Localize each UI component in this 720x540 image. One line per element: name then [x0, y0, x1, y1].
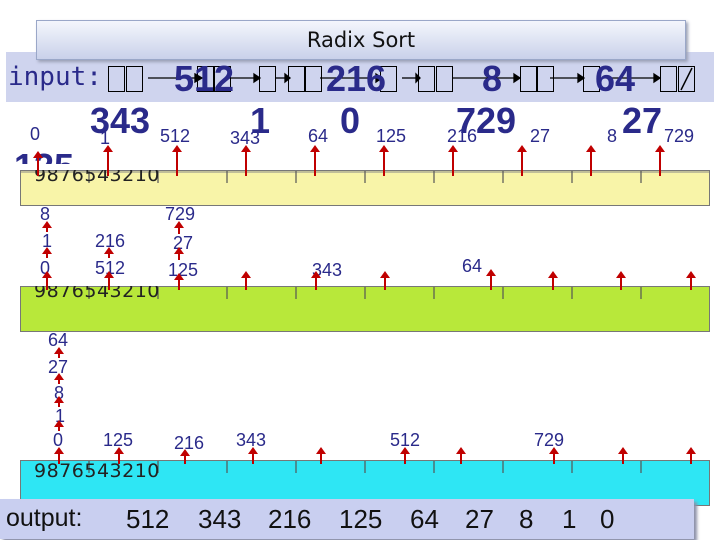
pointer-arrow: [54, 373, 64, 384]
pointer-arrow: [103, 145, 113, 176]
output-value: 27: [465, 504, 494, 534]
output-value: 8: [519, 504, 534, 534]
bucket-item: 0: [30, 124, 41, 144]
output-value: 125: [339, 504, 383, 534]
input-value: 27: [622, 100, 663, 141]
pointer-arrow: [174, 221, 184, 234]
pointer-arrow: [400, 447, 410, 464]
list-cell: [108, 66, 125, 92]
pointer-arrow: [33, 151, 43, 176]
bucket-digit-labels: 9876543210: [34, 170, 160, 186]
pointer-arrow: [104, 247, 114, 258]
bucket-digit-labels: 9876543210: [34, 286, 160, 302]
input-value-clipped: 125: [14, 146, 74, 164]
pointer-arrow: [310, 145, 320, 176]
pointer-arrow: [241, 145, 251, 176]
bucket-item: 8: [607, 126, 618, 146]
bucket-item: 125: [376, 126, 407, 146]
output-label: output:: [6, 504, 83, 532]
bucket-item: 27: [530, 126, 551, 146]
pointer-arrow: [174, 247, 184, 260]
pointer-arrow: [686, 447, 696, 464]
pointer-arrow: [42, 247, 52, 258]
pointer-arrow: [380, 271, 390, 290]
pointer-arrow: [54, 347, 64, 358]
pointer-arrow: [486, 269, 496, 290]
pointer-arrow: [517, 145, 527, 176]
pointer-arrow: [172, 145, 182, 176]
pointer-arrow: [42, 221, 52, 232]
pointer-arrow: [655, 145, 665, 176]
pointer-arrow: [379, 145, 389, 176]
output-value: 0: [600, 504, 615, 534]
input-value: 0: [340, 100, 361, 141]
pointer-arrow: [456, 447, 466, 464]
bucket-item: 64: [308, 126, 329, 146]
pointer-arrow: [616, 271, 626, 290]
pointer-arrow: [311, 271, 321, 290]
pointer-arrow: [42, 271, 52, 290]
bucket-item: 729: [664, 126, 695, 146]
pointer-arrow: [54, 396, 64, 407]
output-value: 1: [562, 504, 577, 534]
pointer-arrow: [248, 447, 258, 464]
bucket-digit-labels: 9876543210: [34, 460, 160, 482]
input-value: 512: [174, 58, 235, 99]
pointer-arrow: [548, 271, 558, 290]
pointer-arrow: [174, 273, 184, 290]
input-value: 216: [326, 58, 387, 99]
output-value: 64: [410, 504, 439, 534]
pointer-arrow: [618, 447, 628, 464]
pointer-arrow: [316, 447, 326, 464]
slide-title: Radix Sort: [36, 20, 686, 60]
input-value: 8: [482, 58, 503, 99]
pointer-arrow: [586, 145, 596, 176]
output-value: 216: [268, 504, 312, 534]
output-value: 343: [198, 504, 242, 534]
pointer-arrow: [241, 271, 251, 290]
pointer-arrow: [54, 420, 64, 431]
pointer-arrow: [104, 271, 114, 290]
input-value: 64: [595, 58, 636, 99]
output-value: 512: [126, 504, 170, 534]
bucket-item: 512: [160, 126, 191, 146]
input-value: 343: [90, 100, 151, 141]
bucket-item: 64: [462, 256, 483, 276]
input-label: input:: [8, 62, 102, 92]
pointer-arrow: [549, 447, 559, 464]
pointer-arrow: [114, 447, 124, 464]
pointer-arrow: [180, 449, 190, 464]
pointer-arrow: [686, 271, 696, 290]
pointer-arrow: [448, 145, 458, 176]
pointer-arrow: [54, 447, 64, 464]
bucket-item: 216: [447, 126, 478, 146]
